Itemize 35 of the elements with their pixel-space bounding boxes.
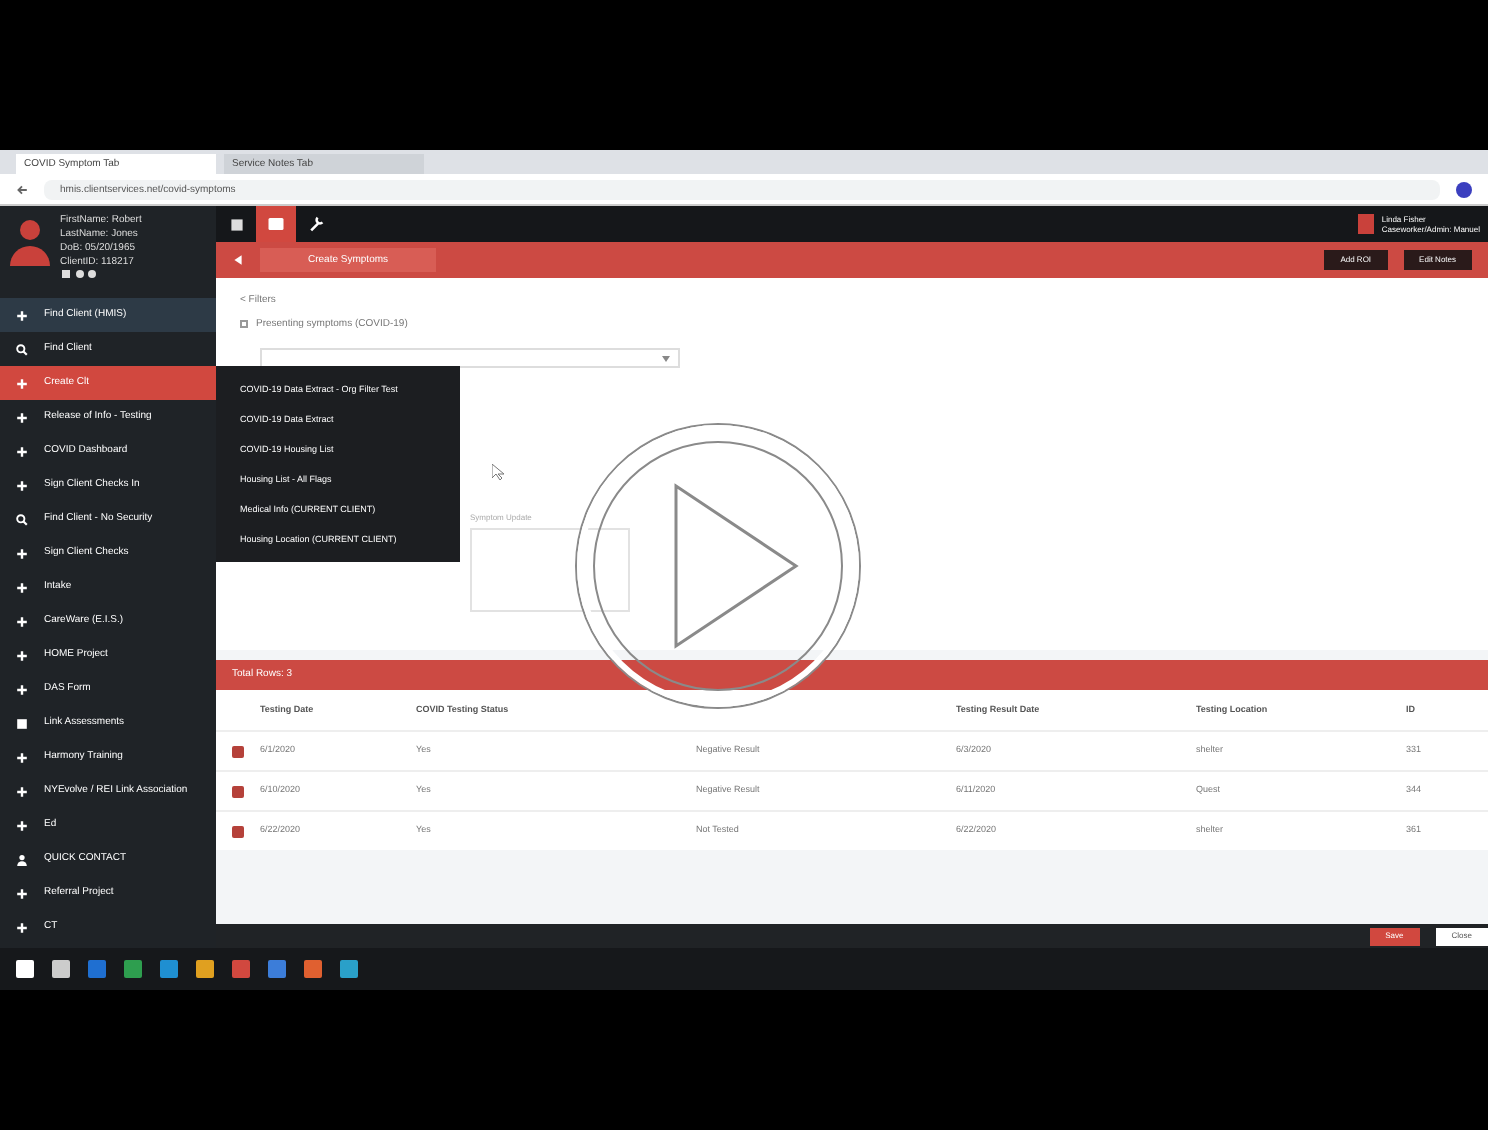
plus-icon xyxy=(16,785,28,797)
grid-icon xyxy=(229,217,243,231)
text-area[interactable] xyxy=(470,528,630,612)
person-icon xyxy=(16,853,28,865)
back-icon[interactable] xyxy=(232,254,244,266)
user-avatar-icon xyxy=(1357,214,1374,234)
back-icon[interactable] xyxy=(16,183,28,195)
plus-icon xyxy=(16,887,28,899)
plus-icon xyxy=(16,479,28,491)
status-icons xyxy=(60,270,100,280)
plus-icon xyxy=(16,445,28,457)
edit-icon[interactable] xyxy=(232,785,244,797)
edit-icon[interactable] xyxy=(232,745,244,757)
plus-icon xyxy=(16,649,28,661)
person-avatar-icon xyxy=(8,214,52,266)
wrench-icon xyxy=(308,216,324,232)
plus-icon xyxy=(16,581,28,593)
search-icon xyxy=(16,513,28,525)
search-icon xyxy=(16,343,28,355)
plus-icon xyxy=(16,615,28,627)
plus-icon xyxy=(16,547,28,559)
plus-icon xyxy=(16,411,28,423)
plus-icon xyxy=(16,309,28,321)
plus-icon xyxy=(16,377,28,389)
document-icon xyxy=(16,717,28,729)
edit-icon[interactable] xyxy=(232,825,244,837)
plus-icon xyxy=(16,751,28,763)
plus-icon xyxy=(16,683,28,695)
card-icon xyxy=(268,218,284,230)
cursor-icon xyxy=(492,464,504,480)
caret-icon xyxy=(662,355,670,361)
plus-icon xyxy=(16,819,28,831)
checkbox[interactable] xyxy=(240,320,248,329)
profile-avatar-icon[interactable] xyxy=(1456,181,1472,197)
plus-icon xyxy=(16,921,28,933)
